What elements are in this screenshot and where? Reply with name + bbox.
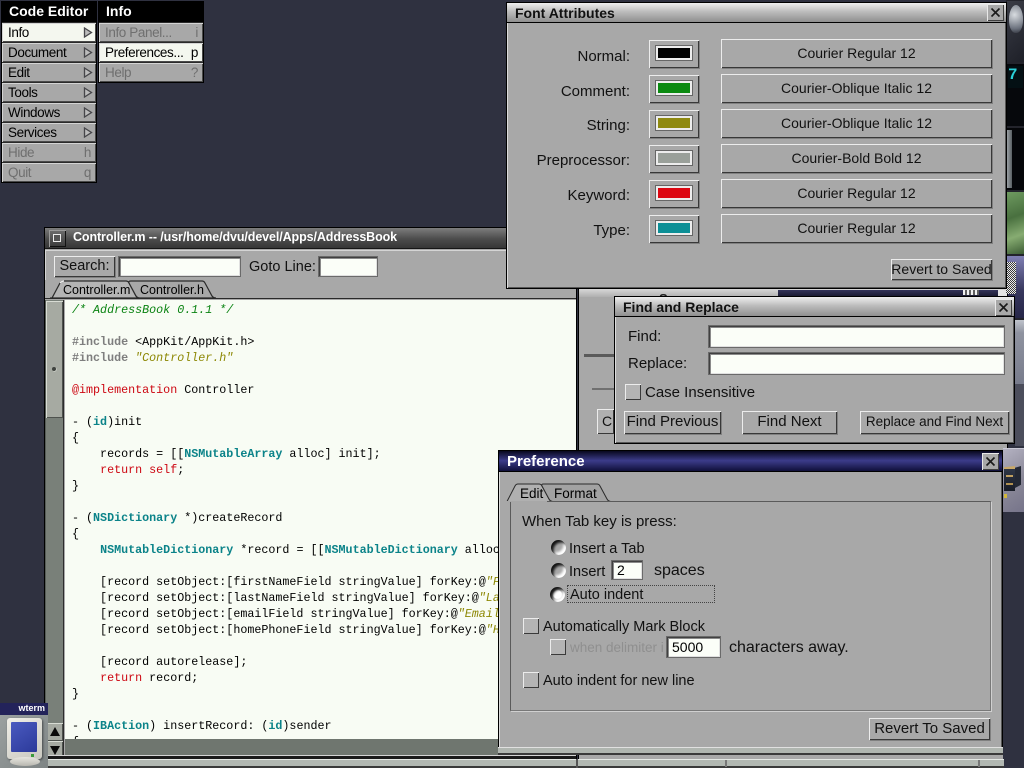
svg-text:Controller.m: Controller.m [63,283,130,297]
svg-text:Edit: Edit [520,486,544,501]
svg-text:Format: Format [554,486,597,501]
svg-text:Controller.h: Controller.h [140,283,204,297]
